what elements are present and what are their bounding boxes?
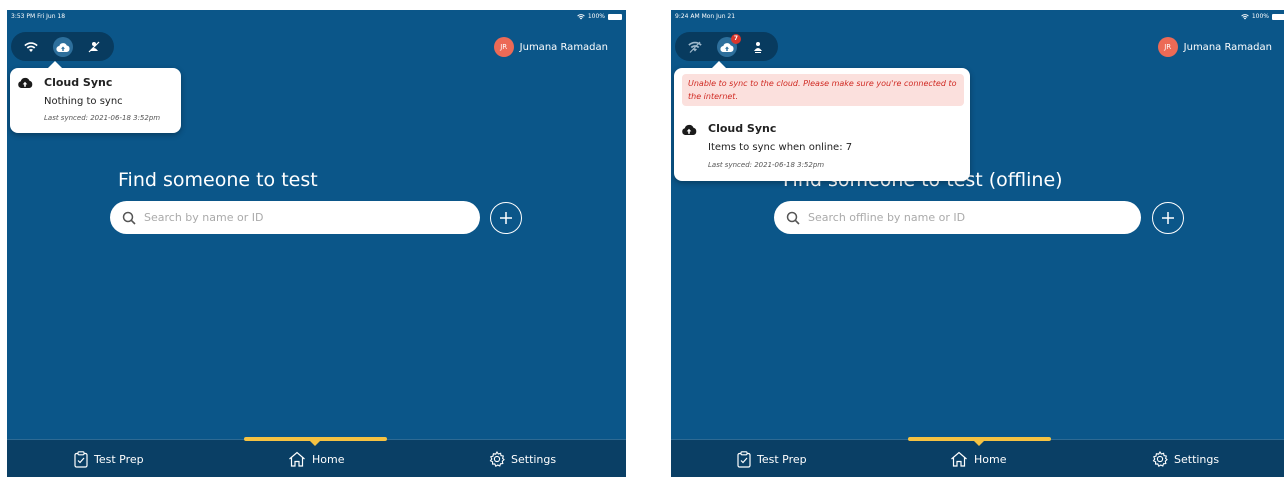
wifi-status-icon xyxy=(577,13,585,19)
sync-error-message: Unable to sync to the cloud. Please make… xyxy=(682,74,964,106)
tab-home[interactable]: Home xyxy=(288,451,344,467)
tab-settings[interactable]: Settings xyxy=(1152,451,1219,467)
add-person-button[interactable] xyxy=(1152,202,1184,234)
clipboard-icon xyxy=(74,451,88,468)
search-input[interactable] xyxy=(808,211,1088,224)
search-bar[interactable] xyxy=(110,201,480,234)
home-icon xyxy=(289,451,305,467)
tab-home[interactable]: Home xyxy=(950,451,1006,467)
popover-message: Nothing to sync xyxy=(44,96,123,107)
status-time: 9:24 AM Mon Jun 21 xyxy=(675,13,736,20)
search-input[interactable] xyxy=(144,211,424,224)
popover-title: Cloud Sync xyxy=(44,76,113,89)
tab-label: Home xyxy=(974,452,1007,466)
avatar: JR xyxy=(1157,37,1178,57)
search-icon xyxy=(122,211,136,225)
tab-bar: Test Prep Home Settings xyxy=(671,437,1284,477)
tab-label: Test Prep xyxy=(757,453,807,466)
plus-icon xyxy=(500,212,512,224)
battery-icon xyxy=(1272,13,1284,20)
clipboard-icon xyxy=(737,451,751,468)
cloud-sync-popover: Unable to sync to the cloud. Please make… xyxy=(674,61,970,181)
popover-arrow xyxy=(712,61,726,68)
sync-user-icon[interactable] xyxy=(84,37,104,57)
cloud-upload-icon xyxy=(18,77,33,88)
user-profile[interactable]: JR Jumana Ramadan xyxy=(1157,37,1272,57)
cloud-sync-popover: Cloud Sync Nothing to sync Last synced: … xyxy=(10,61,181,133)
tab-label: Home xyxy=(312,452,345,466)
tab-bar: Test Prep Home Settings xyxy=(7,437,626,477)
ipad-screen-online: 3:53 PM Fri Jun 18 100% JR Jumana Ramada… xyxy=(7,10,626,477)
popover-arrow xyxy=(48,61,62,68)
tab-label: Test Prep xyxy=(94,453,144,466)
cloud-sync-icon[interactable]: 7 xyxy=(717,34,741,57)
active-tab-arrow xyxy=(973,440,985,446)
sync-user-icon[interactable] xyxy=(748,37,768,57)
sync-count-badge: 7 xyxy=(731,34,741,44)
active-tab-arrow xyxy=(309,440,321,446)
wifi-status-icon xyxy=(1241,13,1249,19)
user-name: Jumana Ramadan xyxy=(519,41,608,53)
user-profile[interactable]: JR Jumana Ramadan xyxy=(493,37,608,57)
popover-message: Items to sync when online: 7 xyxy=(708,142,853,153)
search-bar[interactable] xyxy=(774,201,1141,234)
last-synced-text: Last synced: 2021-06-18 3:52pm xyxy=(708,161,825,169)
gear-icon xyxy=(489,451,505,467)
wifi-off-icon[interactable] xyxy=(685,37,705,57)
cloud-upload-icon xyxy=(682,124,697,135)
add-person-button[interactable] xyxy=(490,202,522,234)
home-icon xyxy=(951,451,967,467)
page-title: Find someone to test xyxy=(118,169,318,191)
status-time: 3:53 PM Fri Jun 18 xyxy=(11,13,66,20)
wifi-icon[interactable] xyxy=(21,37,41,57)
avatar: JR xyxy=(493,37,514,57)
cloud-sync-icon[interactable] xyxy=(53,37,73,57)
search-icon xyxy=(786,211,800,225)
tab-test-prep[interactable]: Test Prep xyxy=(74,451,144,468)
tab-test-prep[interactable]: Test Prep xyxy=(737,451,807,468)
status-bar: 3:53 PM Fri Jun 18 100% xyxy=(7,10,626,24)
status-bar: 9:24 AM Mon Jun 21 100% xyxy=(671,10,1284,24)
tab-label: Settings xyxy=(511,452,557,466)
last-synced-text: Last synced: 2021-06-18 3:52pm xyxy=(44,114,161,122)
battery-percent: 100% xyxy=(1251,13,1269,20)
tab-settings[interactable]: Settings xyxy=(489,451,556,467)
tab-label: Settings xyxy=(1174,452,1220,466)
battery-icon xyxy=(608,13,622,20)
battery-percent: 100% xyxy=(587,13,605,20)
ipad-screen-offline: 9:24 AM Mon Jun 21 100% 7 JR Jumana Rama… xyxy=(671,10,1284,477)
gear-icon xyxy=(1152,451,1168,467)
user-name: Jumana Ramadan xyxy=(1183,41,1272,53)
connectivity-pill: 7 xyxy=(675,32,778,61)
plus-icon xyxy=(1162,212,1174,224)
popover-title: Cloud Sync xyxy=(708,122,777,135)
connectivity-pill xyxy=(11,32,114,61)
